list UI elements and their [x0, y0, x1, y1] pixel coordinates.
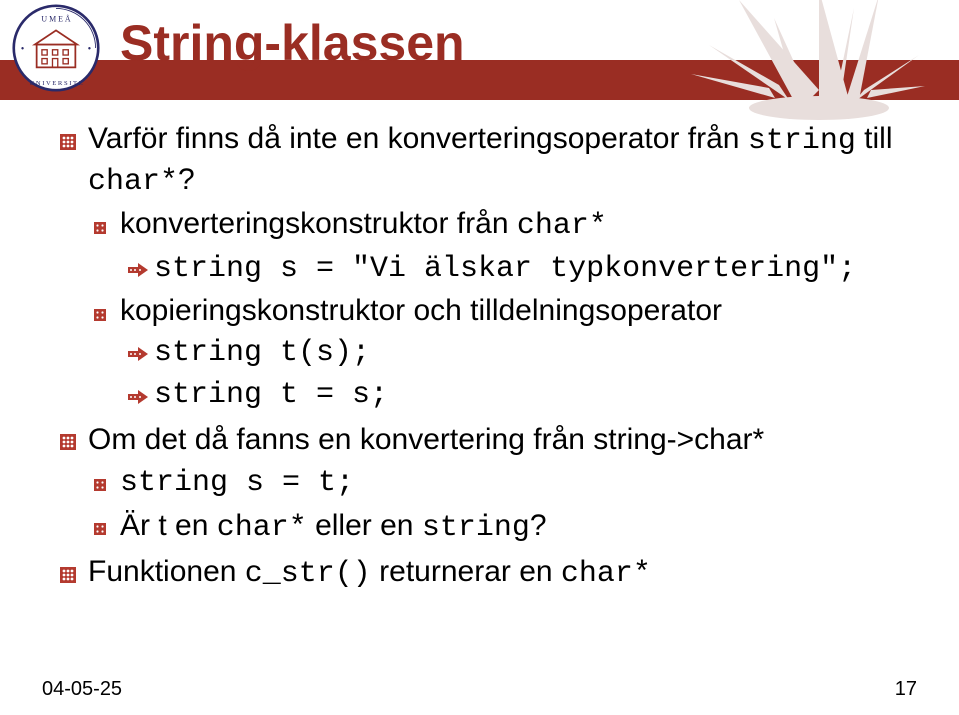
bullet-level3: string t = s;	[120, 374, 919, 415]
bullet-text: kopieringskonstruktor och tilldelningsop…	[120, 294, 722, 327]
bullet-text: string t(s);	[154, 334, 370, 367]
bullet-level1: Funktionen c_str() returnerar en char*	[60, 553, 919, 594]
svg-text:U N I V E R S I T E: U N I V E R S I T E	[29, 80, 82, 87]
bullet-level2: kopieringskonstruktor och tilldelningsop…	[88, 292, 919, 415]
svg-text:•: •	[88, 44, 91, 54]
slide-footer: 04-05-25 17	[0, 678, 959, 701]
decorative-splash-icon	[669, 0, 929, 125]
footer-date: 04-05-25	[42, 678, 122, 701]
bullet-level1: Varför finns då inte en konverteringsope…	[60, 120, 919, 415]
slide-header: U M E Å U N I V E R S I T E • • String-k…	[0, 0, 959, 100]
page-title: String-klassen	[120, 14, 465, 72]
bullet-text: Varför finns då inte en konverteringsope…	[88, 122, 893, 196]
slide-body: Varför finns då inte en konverteringsope…	[0, 100, 959, 620]
bullet-text: konverteringskonstruktor från char*	[120, 207, 607, 240]
bullet-text: Funktionen c_str() returnerar en char*	[88, 555, 651, 588]
bullet-level2: konverteringskonstruktor från char* strin…	[88, 205, 919, 288]
svg-text:U M E Å: U M E Å	[41, 15, 70, 24]
university-logo: U M E Å U N I V E R S I T E • •	[12, 4, 100, 92]
bullet-text: string t = s;	[154, 376, 388, 409]
svg-text:•: •	[21, 44, 24, 54]
bullet-level3: string s = "Vi älskar typkonvertering";	[120, 248, 919, 289]
bullet-text: Är t en char* eller en string?	[120, 509, 547, 542]
bullet-text: Om det då fanns en konvertering från str…	[88, 423, 764, 456]
bullet-level2: string s = t;	[88, 462, 919, 503]
footer-page-number: 17	[895, 678, 917, 701]
bullet-level3: string t(s);	[120, 332, 919, 373]
bullet-level2: Är t en char* eller en string?	[88, 507, 919, 548]
bullet-text: string s = t;	[120, 464, 354, 497]
bullet-level1: Om det då fanns en konvertering från str…	[60, 421, 919, 548]
bullet-text: string s = "Vi älskar typkonvertering";	[154, 250, 856, 283]
